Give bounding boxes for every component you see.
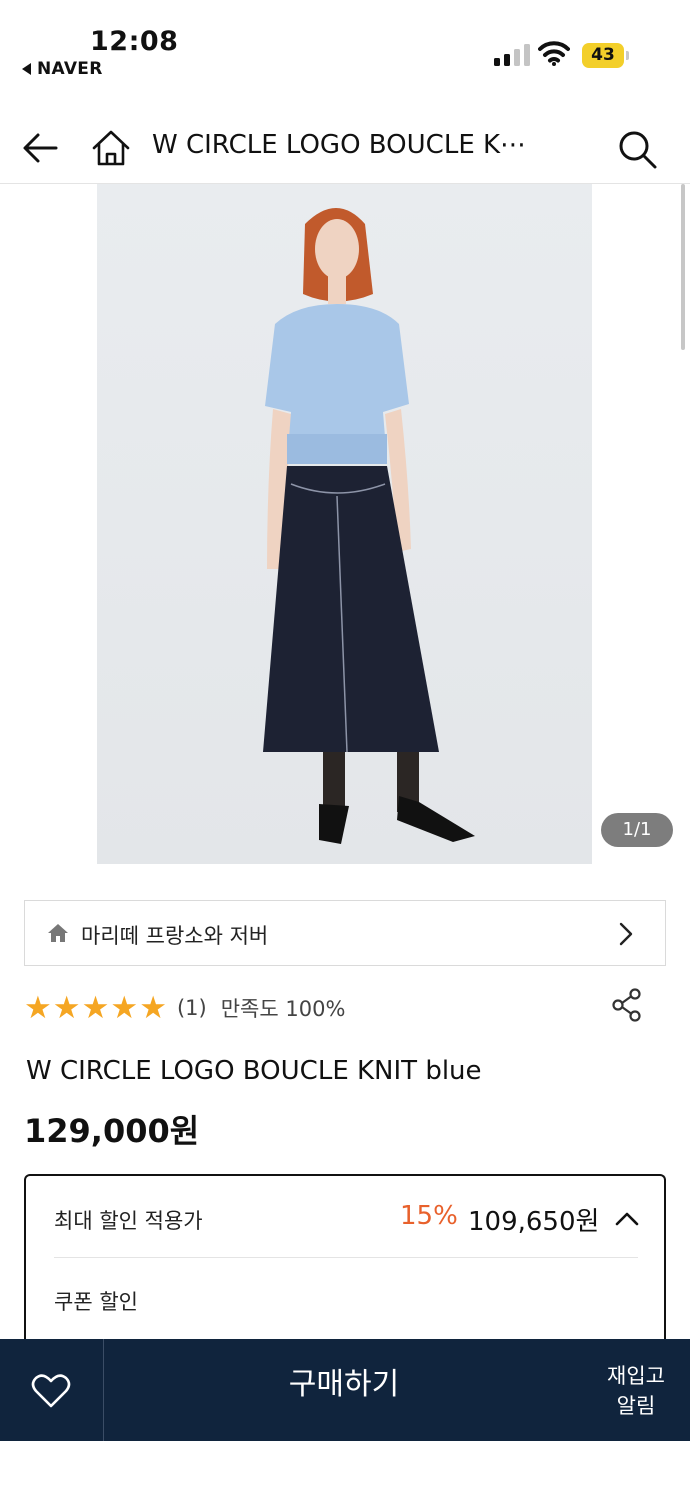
restock-label-line1: 재입고	[607, 1364, 665, 1388]
page-title: W CIRCLE LOGO BOUCLE K⋯	[152, 130, 527, 160]
product-image[interactable]	[97, 184, 592, 864]
back-app-label: NAVER	[37, 59, 103, 79]
battery-level: 43	[582, 43, 624, 68]
home-icon	[48, 924, 68, 942]
buy-button[interactable]: 구매하기	[104, 1339, 584, 1441]
share-icon[interactable]	[610, 988, 644, 1022]
star-icon: ★	[52, 990, 81, 1026]
discount-price: 109,650원	[468, 1207, 600, 1237]
back-arrow-icon[interactable]	[20, 128, 60, 168]
status-time: 12:08	[90, 26, 179, 57]
chevron-up-icon[interactable]	[614, 1209, 640, 1227]
restock-label-line2: 알림	[616, 1394, 656, 1418]
review-count[interactable]: (1)	[177, 996, 207, 1020]
status-bar: 12:08 NAVER 43	[0, 0, 690, 100]
model-illustration	[263, 208, 475, 844]
back-triangle-icon	[22, 63, 31, 75]
rating-summary[interactable]: ★ ★ ★ ★ ★ (1) 만족도 100%	[24, 990, 345, 1026]
scrollbar[interactable]	[681, 184, 685, 350]
star-icon: ★	[110, 990, 139, 1026]
search-icon[interactable]	[616, 128, 658, 170]
battery-tip	[626, 51, 629, 60]
back-to-app-link[interactable]: NAVER	[22, 59, 103, 79]
heart-icon	[31, 1374, 71, 1408]
coupon-discount-label: 쿠폰 할인	[54, 1290, 138, 1314]
chevron-right-icon	[619, 922, 633, 946]
discount-panel: 최대 할인 적용가 15% 109,650원 쿠폰 할인	[24, 1174, 666, 1354]
home-icon[interactable]	[90, 128, 132, 168]
top-navigation-bar: W CIRCLE LOGO BOUCLE K⋯	[0, 110, 690, 184]
star-icon: ★	[24, 990, 52, 1026]
wifi-icon	[538, 41, 570, 66]
cellular-signal-icon	[494, 44, 530, 66]
image-counter: 1/1	[601, 813, 673, 847]
product-name: W CIRCLE LOGO BOUCLE KNIT blue	[26, 1056, 482, 1086]
star-rating: ★ ★ ★ ★ ★	[24, 992, 167, 1024]
store-link[interactable]: 마리떼 프랑소와 저버	[24, 900, 666, 966]
restock-alert-button[interactable]: 재입고 알림	[596, 1361, 676, 1421]
bottom-action-bar: 구매하기 재입고 알림	[0, 1339, 690, 1441]
wishlist-button[interactable]	[0, 1339, 104, 1441]
store-name: 마리떼 프랑소와 저버	[81, 924, 269, 948]
max-discount-label: 최대 할인 적용가	[54, 1209, 203, 1233]
star-icon: ★	[139, 990, 167, 1026]
discount-percent: 15%	[400, 1201, 458, 1231]
divider	[54, 1257, 638, 1258]
star-icon: ★	[81, 990, 110, 1026]
product-price: 129,000원	[24, 1112, 200, 1150]
satisfaction-rate: 만족도 100%	[220, 997, 346, 1021]
